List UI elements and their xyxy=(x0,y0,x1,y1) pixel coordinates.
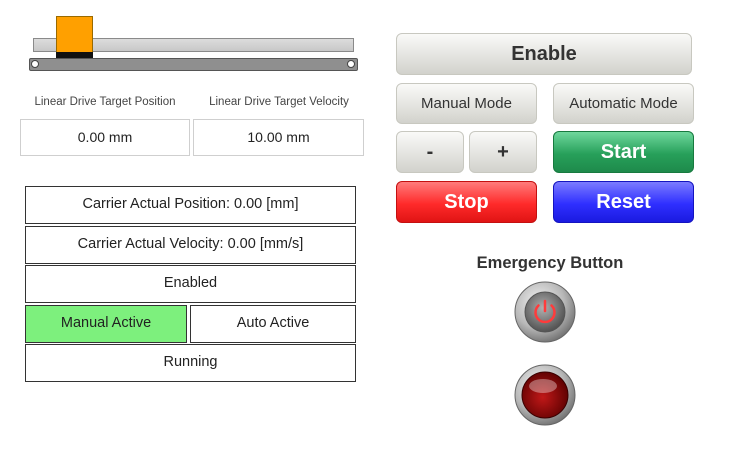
carrier-block xyxy=(56,16,93,54)
decrement-button[interactable]: - xyxy=(396,131,464,173)
power-icon xyxy=(514,281,576,343)
stop-button[interactable]: Stop xyxy=(396,181,537,223)
actual-position-display: Carrier Actual Position: 0.00 [mm] xyxy=(25,186,356,224)
target-velocity-input[interactable]: 10.00 mm xyxy=(193,119,364,156)
automatic-mode-button[interactable]: Automatic Mode xyxy=(553,83,694,124)
indicator-lamp-icon xyxy=(514,364,576,426)
increment-button[interactable]: + xyxy=(469,131,537,173)
enabled-status: Enabled xyxy=(25,265,356,303)
target-position-label: Linear Drive Target Position xyxy=(34,96,176,108)
emergency-title: Emergency Button xyxy=(476,254,624,272)
manual-active-status: Manual Active xyxy=(25,305,187,343)
target-position-input[interactable]: 0.00 mm xyxy=(20,119,190,156)
manual-mode-button[interactable]: Manual Mode xyxy=(396,83,537,124)
running-status: Running xyxy=(25,344,356,382)
auto-active-status: Auto Active xyxy=(190,305,356,343)
start-button[interactable]: Start xyxy=(553,131,694,173)
target-velocity-label: Linear Drive Target Velocity xyxy=(209,96,349,108)
rail-wheel-right xyxy=(347,60,355,68)
enable-button[interactable]: Enable xyxy=(396,33,692,75)
emergency-indicator-lamp xyxy=(513,363,577,427)
reset-button[interactable]: Reset xyxy=(553,181,694,223)
linear-drive-base xyxy=(29,58,358,71)
carrier-base xyxy=(56,52,93,58)
actual-velocity-display: Carrier Actual Velocity: 0.00 [mm/s] xyxy=(25,226,356,264)
emergency-stop-button[interactable] xyxy=(513,280,577,344)
rail-wheel-left xyxy=(31,60,39,68)
